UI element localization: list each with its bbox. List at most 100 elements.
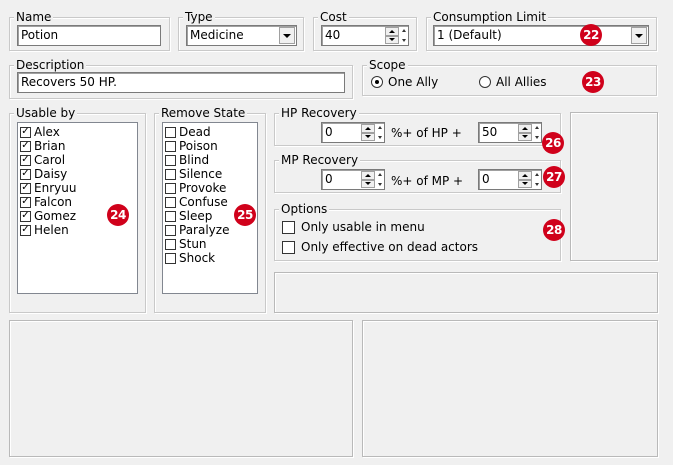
- checkbox-checked-icon[interactable]: ✓: [20, 168, 31, 180]
- checkbox-empty-icon[interactable]: [165, 210, 176, 222]
- scope-option-all-allies[interactable]: All Allies: [479, 75, 547, 89]
- empty-panel-bottom-left: [9, 320, 353, 457]
- hp-flat-value: 50: [482, 125, 498, 139]
- mp-flat-input[interactable]: 0: [478, 169, 542, 190]
- cost-label: Cost: [318, 10, 349, 24]
- hp-flat-spinner[interactable]: [518, 124, 532, 141]
- list-item[interactable]: Provoke: [163, 181, 257, 195]
- mp-mid-label: %+ of MP +: [391, 174, 464, 188]
- callout-badge-24: 24: [107, 204, 129, 226]
- list-item[interactable]: Stun: [163, 237, 257, 251]
- list-item[interactable]: ✓ Daisy: [18, 167, 137, 181]
- empty-panel-middle: [274, 272, 658, 313]
- checkbox-empty-icon[interactable]: [165, 140, 176, 152]
- option-label: Only effective on dead actors: [301, 240, 478, 254]
- list-item[interactable]: ✓ Carol: [18, 153, 137, 167]
- checkbox-empty-icon[interactable]: [165, 252, 176, 264]
- consumption-value: 1 (Default): [437, 28, 502, 42]
- mp-recovery-label: MP Recovery: [279, 153, 361, 167]
- mini-spin-icon[interactable]: [534, 173, 540, 186]
- scope-option-label: One Ally: [388, 75, 439, 89]
- callout-badge-26: 26: [542, 132, 564, 154]
- spin-down-icon[interactable]: [518, 132, 532, 141]
- list-item[interactable]: ✓ Enryuu: [18, 181, 137, 195]
- scope-label: Scope: [367, 58, 408, 72]
- checkbox-empty-icon[interactable]: [165, 182, 176, 194]
- checkbox-checked-icon[interactable]: ✓: [20, 224, 31, 236]
- spin-down-icon[interactable]: [361, 179, 375, 188]
- spin-up-icon[interactable]: [518, 171, 532, 180]
- mini-spin-icon[interactable]: [401, 29, 407, 42]
- mp-percent-input[interactable]: 0: [321, 169, 385, 190]
- checkbox-empty-icon[interactable]: [165, 224, 176, 236]
- checkbox-empty-icon[interactable]: [165, 196, 176, 208]
- type-select[interactable]: Medicine: [186, 25, 297, 46]
- checkbox-empty-icon[interactable]: [165, 238, 176, 250]
- options-label: Options: [279, 202, 330, 216]
- radio-empty-icon[interactable]: [479, 76, 491, 88]
- list-item[interactable]: Blind: [163, 153, 257, 167]
- list-item[interactable]: ✓ Alex: [18, 125, 137, 139]
- cost-spinner[interactable]: [385, 27, 399, 44]
- mp-percent-value: 0: [325, 172, 333, 186]
- description-label: Description: [14, 58, 87, 72]
- option-only-effective-dead[interactable]: Only effective on dead actors: [282, 240, 478, 254]
- hp-percent-input[interactable]: 0: [321, 122, 385, 143]
- spin-down-icon[interactable]: [518, 179, 532, 188]
- callout-badge-23: 23: [582, 71, 604, 93]
- mini-spin-icon[interactable]: [377, 126, 383, 139]
- name-input[interactable]: Potion: [17, 25, 161, 46]
- consumption-select[interactable]: 1 (Default): [433, 25, 649, 46]
- hp-percent-spinner[interactable]: [361, 124, 375, 141]
- spin-up-icon[interactable]: [361, 124, 375, 133]
- mini-spin-icon[interactable]: [377, 173, 383, 186]
- checkbox-checked-icon[interactable]: ✓: [20, 154, 31, 166]
- list-item[interactable]: Shock: [163, 251, 257, 265]
- description-input[interactable]: Recovers 50 HP.: [17, 72, 345, 93]
- cost-value: 40: [325, 28, 341, 42]
- spin-up-icon[interactable]: [385, 27, 399, 36]
- empty-panel-bottom-right: [362, 320, 658, 457]
- spin-down-icon[interactable]: [385, 35, 399, 44]
- checkbox-checked-icon[interactable]: ✓: [20, 182, 31, 194]
- chevron-down-icon[interactable]: [279, 27, 295, 44]
- checkbox-checked-icon[interactable]: ✓: [20, 210, 31, 222]
- checkbox-checked-icon[interactable]: ✓: [20, 196, 31, 208]
- hp-percent-value: 0: [325, 125, 333, 139]
- type-label: Type: [183, 10, 215, 24]
- remove-state-label: Remove State: [159, 106, 248, 120]
- mp-flat-value: 0: [482, 172, 490, 186]
- spin-down-icon[interactable]: [361, 132, 375, 141]
- chevron-down-icon[interactable]: [631, 27, 647, 44]
- mp-flat-spinner[interactable]: [518, 171, 532, 188]
- mp-percent-spinner[interactable]: [361, 171, 375, 188]
- empty-panel-right: [570, 112, 658, 261]
- usable-by-label: Usable by: [14, 106, 78, 120]
- name-label: Name: [14, 10, 54, 24]
- option-only-usable-in-menu[interactable]: Only usable in menu: [282, 220, 425, 234]
- list-item[interactable]: ✓ Brian: [18, 139, 137, 153]
- type-value: Medicine: [190, 28, 244, 42]
- list-item[interactable]: Poison: [163, 139, 257, 153]
- spin-up-icon[interactable]: [518, 124, 532, 133]
- checkbox-empty-icon[interactable]: [165, 168, 176, 180]
- radio-selected-icon[interactable]: [371, 76, 383, 88]
- mini-spin-icon[interactable]: [534, 126, 540, 139]
- hp-recovery-label: HP Recovery: [279, 106, 359, 120]
- hp-flat-input[interactable]: 50: [478, 122, 542, 143]
- list-item[interactable]: Silence: [163, 167, 257, 181]
- option-label: Only usable in menu: [301, 220, 425, 234]
- cost-input[interactable]: 40: [321, 25, 409, 46]
- callout-badge-28: 28: [543, 219, 565, 241]
- checkbox-empty-icon[interactable]: [165, 126, 176, 138]
- checkbox-empty-icon[interactable]: [282, 240, 295, 254]
- scope-option-one-ally[interactable]: One Ally: [371, 75, 438, 89]
- checkbox-checked-icon[interactable]: ✓: [20, 126, 31, 138]
- spin-up-icon[interactable]: [361, 171, 375, 180]
- callout-badge-27: 27: [543, 166, 565, 188]
- checkbox-empty-icon[interactable]: [282, 220, 295, 234]
- checkbox-checked-icon[interactable]: ✓: [20, 140, 31, 152]
- checkbox-empty-icon[interactable]: [165, 154, 176, 166]
- list-item[interactable]: Dead: [163, 125, 257, 139]
- callout-badge-25: 25: [234, 204, 256, 226]
